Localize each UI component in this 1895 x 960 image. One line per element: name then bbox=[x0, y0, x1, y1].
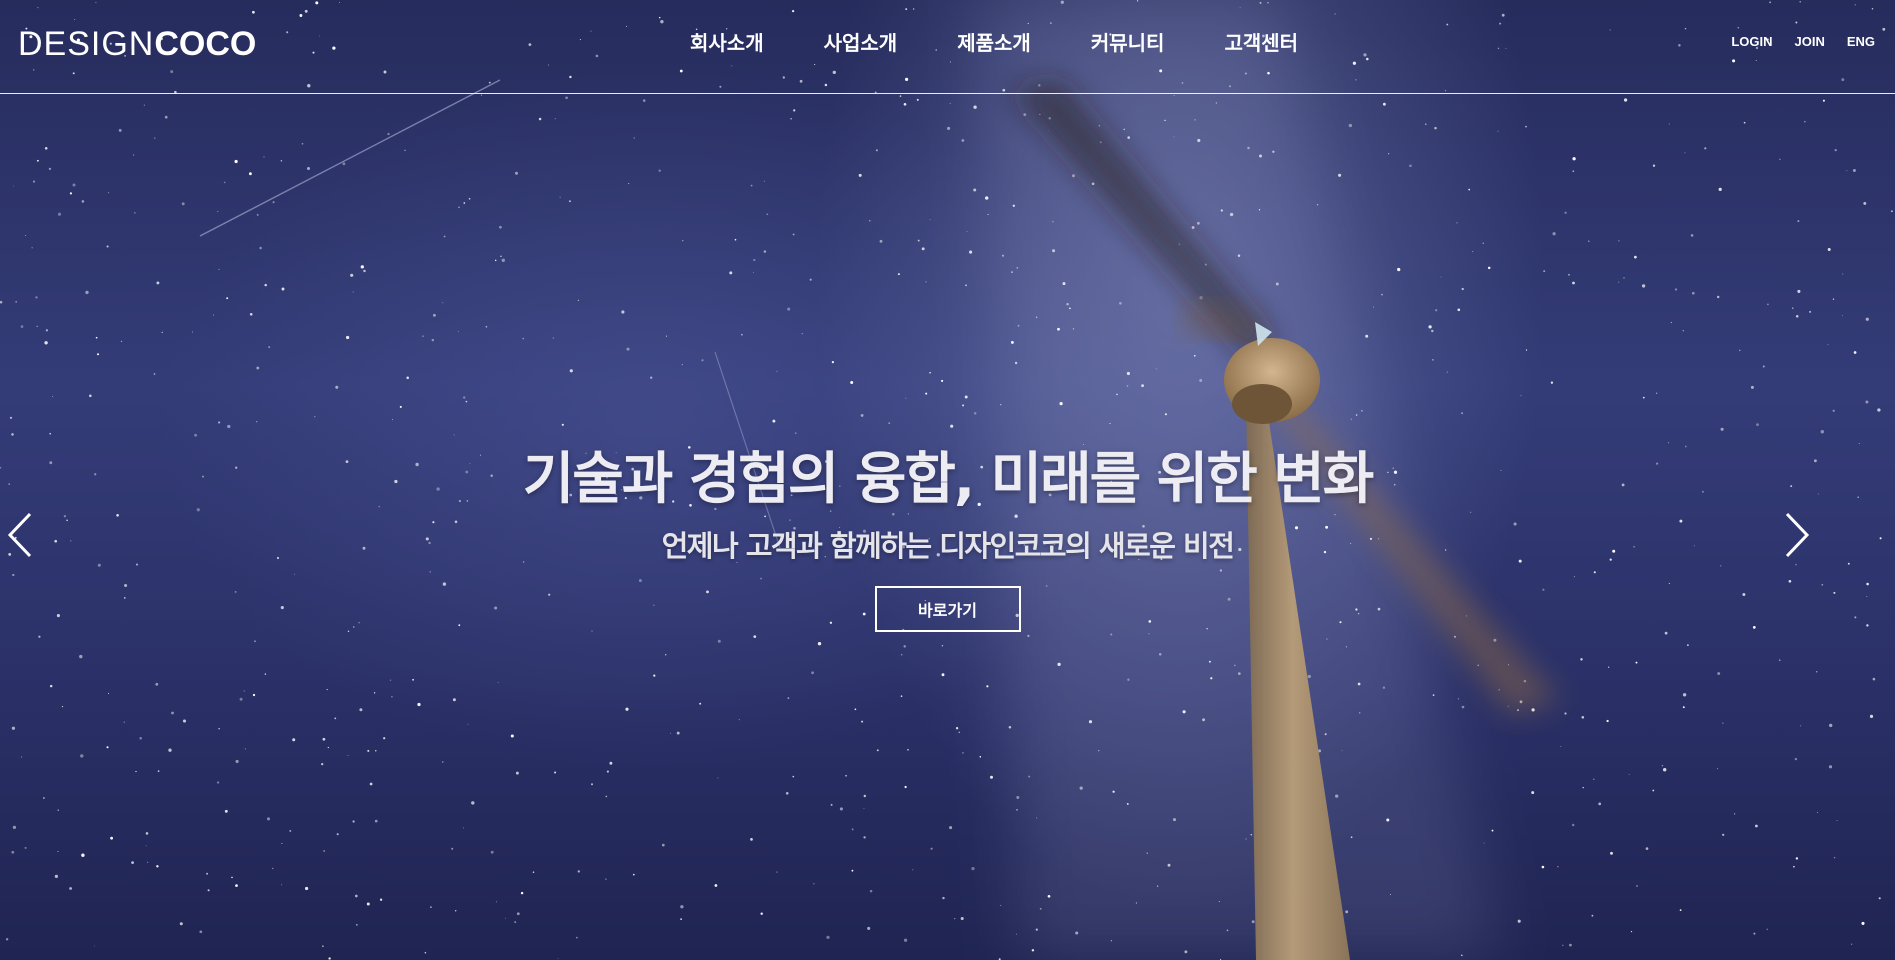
hero-subtitle: 언제나 고객과 함께하는 디자인코코의 새로운 비전 bbox=[661, 529, 1235, 563]
hero-title: 기술과 경험의 융합, 미래를 위한 변화 bbox=[522, 447, 1375, 512]
nav-item-community[interactable]: 커뮤니티 bbox=[1061, 28, 1195, 58]
chevron-right-icon bbox=[1785, 512, 1810, 558]
language-link[interactable]: ENG bbox=[1847, 34, 1875, 49]
logo-bold-text: COCO bbox=[154, 25, 257, 63]
login-link[interactable]: LOGIN bbox=[1731, 34, 1772, 49]
join-link[interactable]: JOIN bbox=[1794, 34, 1824, 49]
go-button[interactable]: 바로가기 bbox=[874, 586, 1021, 632]
hero-copy: 기술과 경험의 융합, 미래를 위한 변화 언제나 고객과 함께하는 디자인코코… bbox=[0, 440, 1895, 632]
logo[interactable]: DESIGNCOCO bbox=[18, 24, 256, 64]
nav-item-business[interactable]: 사업소개 bbox=[794, 28, 928, 58]
site-header: DESIGNCOCO 회사소개 사업소개 제품소개 커뮤니티 고객센터 LOGI… bbox=[0, 0, 1895, 94]
nav-item-company[interactable]: 회사소개 bbox=[690, 28, 794, 58]
utility-links: LOGIN JOIN ENG bbox=[1731, 34, 1875, 49]
logo-light-text: DESIGN bbox=[18, 25, 155, 63]
slider-prev-button[interactable] bbox=[6, 510, 36, 560]
nav-item-products[interactable]: 제품소개 bbox=[927, 28, 1061, 58]
chevron-left-icon bbox=[7, 512, 32, 558]
main-nav: 회사소개 사업소개 제품소개 커뮤니티 고객센터 bbox=[690, 28, 1328, 58]
nav-item-support[interactable]: 고객센터 bbox=[1194, 28, 1328, 58]
slider-next-button[interactable] bbox=[1781, 510, 1811, 560]
